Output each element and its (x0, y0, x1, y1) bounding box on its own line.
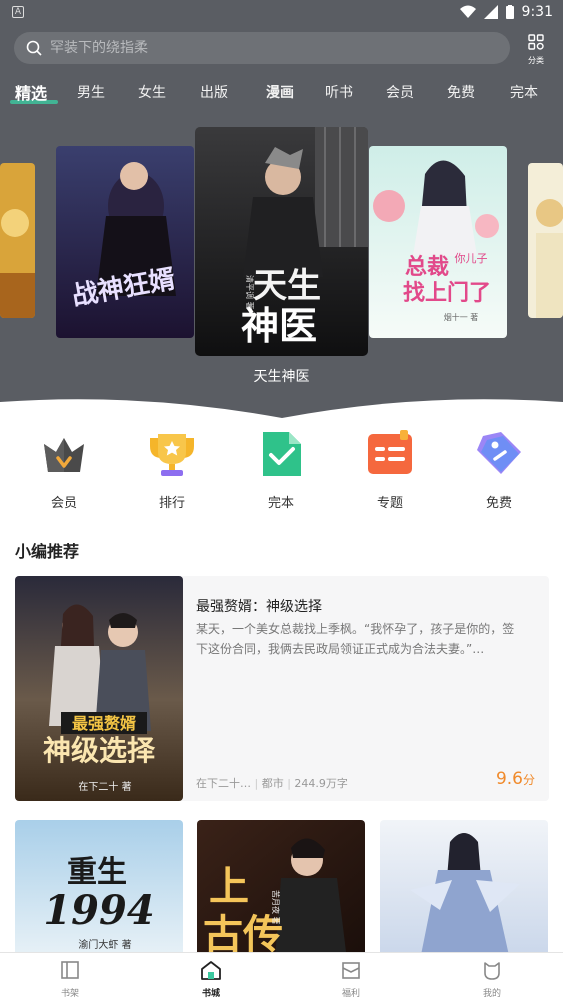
grid-2-author: 苦月夜 著 (271, 890, 281, 925)
carousel-cover-edge-left[interactable] (0, 163, 35, 318)
score-unit: 分 (522, 773, 535, 787)
gift-box-icon (342, 962, 360, 979)
score-value: 9.6 (495, 769, 523, 789)
search-input[interactable] (50, 40, 470, 56)
nav-profile[interactable]: 我的 (462, 959, 522, 999)
rec-cover-title: 最强赘婿 (72, 714, 136, 733)
carousel-cover-featured[interactable]: 天生 神医 清平调 著 (195, 127, 368, 356)
nav-label: 我的 (482, 989, 501, 999)
nav-benefits[interactable]: 福利 (321, 959, 381, 999)
bookshelf-icon (61, 961, 79, 979)
grid-1-title-line1: 重生 (67, 855, 127, 890)
carousel-cover-1[interactable]: 战神狂婿 (56, 146, 194, 338)
hero-curve (0, 399, 563, 432)
recommended-book-card[interactable]: 最强赘婿 神级选择 在下二十 著 最强赘婿：神级选择 某天，一个美女总裁找上季枫… (15, 576, 549, 801)
crown-icon (44, 438, 84, 472)
rec-cover-author: 在下二十 著 (78, 780, 131, 793)
cover-featured-title-line2: 神医 (241, 303, 317, 348)
book-score: 9.6分 (496, 769, 535, 789)
quick-link-label: 免费 (485, 496, 512, 511)
rec-cover-subtitle: 神级选择 (43, 734, 156, 767)
recommended-book-meta: 在下二十… | 都市 | 244.9万字 (196, 777, 348, 790)
checked-doc-icon (263, 432, 301, 476)
book-author: 在下二十… (196, 777, 251, 790)
grid-book-cover-1[interactable]: 重生 1994 渝门大虾 著 (15, 820, 183, 960)
carousel-cover-edge-right[interactable] (528, 163, 563, 318)
tab-female[interactable]: 女生 (138, 82, 166, 102)
wifi-icon (459, 5, 476, 18)
tab-comics[interactable]: 漫画 (266, 82, 294, 102)
quick-link-ranking[interactable]: 排行 (132, 428, 212, 511)
free-tag-icon (477, 432, 521, 474)
quick-link-finished[interactable]: 完本 (241, 428, 321, 511)
tab-audiobook[interactable]: 听书 (325, 82, 353, 102)
tab-finished[interactable]: 完本 (510, 82, 538, 102)
status-time: 9:31 (521, 4, 553, 20)
grid-book-cover-3[interactable] (380, 820, 548, 960)
cover-3-author: 烟十一 著 (444, 312, 479, 322)
channel-tabs: 精选 男生 女生 出版 漫画 听书 会员 免费 完本 (0, 82, 563, 112)
quick-link-free[interactable]: 免费 (459, 428, 539, 511)
battery-icon (505, 5, 514, 19)
profile-icon (484, 962, 500, 980)
tab-publish[interactable]: 出版 (200, 82, 228, 102)
book-word-count: 244.9万字 (294, 777, 348, 790)
category-grid-icon (528, 34, 544, 50)
category-button[interactable]: 分类 (520, 34, 552, 68)
section-title: 小编推荐 (15, 542, 80, 561)
nav-bookshelf[interactable]: 书架 (40, 959, 100, 999)
grid-1-title-line2: 1994 (43, 887, 154, 934)
recommended-book-description: 某天，一个美女总裁找上季枫。“我怀孕了，孩子是你的，签下这份合同，我俩去民政局领… (196, 622, 515, 656)
nav-label: 书架 (60, 989, 79, 999)
tab-free[interactable]: 免费 (447, 82, 475, 102)
quick-link-label: 会员 (50, 496, 77, 511)
search-bar[interactable] (14, 32, 510, 64)
grid-2-title-line1: 上 (209, 863, 249, 910)
cover-3-title-line1: 总裁 (405, 254, 449, 280)
bookstore-icon (201, 961, 221, 980)
quick-link-label: 排行 (158, 496, 185, 511)
nav-label: 福利 (341, 989, 360, 999)
carousel-cover-3[interactable]: 总裁 你儿子 找上门了 烟十一 著 (369, 146, 507, 338)
quick-link-topics[interactable]: 专题 (350, 428, 430, 511)
recommended-book-title[interactable]: 最强赘婿：神级选择 (196, 596, 322, 616)
cover-featured-author: 清平调 著 (245, 275, 255, 310)
nav-label: 书城 (201, 989, 220, 999)
trophy-icon (150, 434, 194, 476)
quick-link-label: 专题 (376, 496, 403, 511)
search-icon (26, 40, 42, 56)
tab-featured[interactable]: 精选 (15, 80, 47, 104)
quick-link-label: 完本 (267, 496, 294, 511)
bottom-navigation: 书架 书城 福利 我的 (0, 952, 563, 1000)
notification-badge: A (12, 6, 24, 18)
grid-book-cover-2[interactable]: 上 古传 苦月夜 著 (197, 820, 365, 960)
recommended-book-cover[interactable]: 最强赘婿 神级选择 在下二十 著 (15, 576, 183, 801)
quick-link-vip[interactable]: 会员 (24, 428, 104, 511)
status-bar: A 9:31 (0, 0, 563, 26)
grid-1-author: 渝门大虾 著 (78, 938, 131, 951)
cover-3-subtitle: 你儿子 (455, 252, 488, 265)
grid-2-title-line2: 古传 (203, 911, 283, 958)
cover-3-title-line2: 找上门了 (403, 280, 491, 306)
tab-vip[interactable]: 会员 (386, 82, 414, 102)
signal-icon (483, 5, 498, 19)
tab-male[interactable]: 男生 (77, 82, 105, 102)
book-genre: 都市 (261, 777, 284, 790)
topic-list-icon (368, 430, 412, 474)
featured-book-title[interactable]: 天生神医 (195, 366, 368, 386)
category-label: 分类 (528, 56, 544, 65)
nav-bookstore[interactable]: 书城 (181, 959, 241, 999)
cover-featured-title-line1: 天生 (253, 266, 321, 306)
app-page: A 9:31 分类 精选 男生 女生 出版 漫画 听书 会员 免费 完本 (0, 0, 563, 1000)
